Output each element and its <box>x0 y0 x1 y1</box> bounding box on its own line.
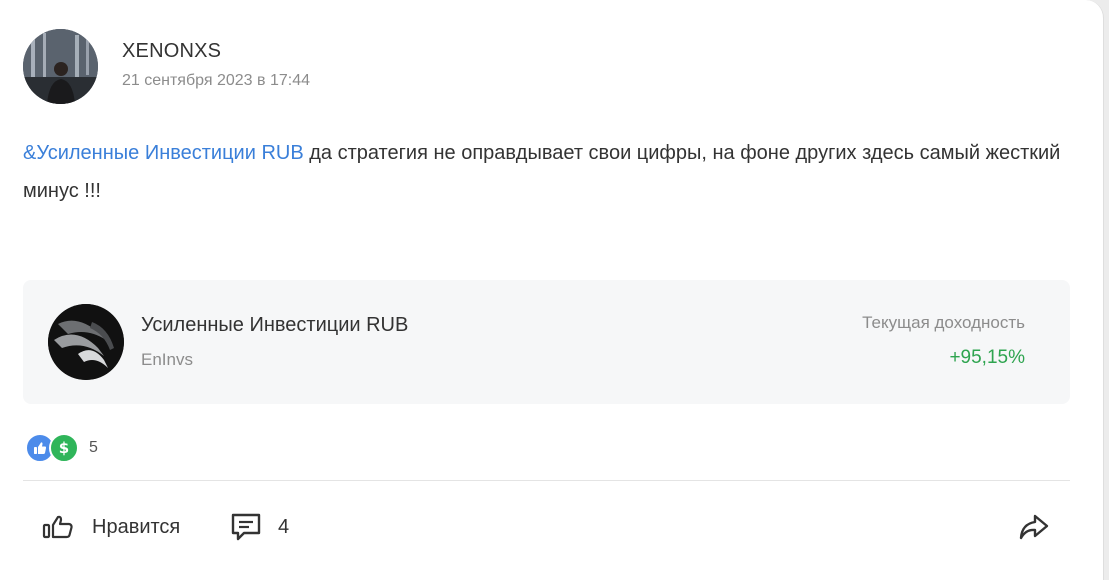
post-timestamp[interactable]: 21 сентября 2023 в 17:44 <box>122 72 310 90</box>
strategy-author[interactable]: EnInvs <box>141 350 193 370</box>
avatar-photo-icon <box>23 29 98 104</box>
comment-icon <box>231 513 261 541</box>
strategy-card[interactable]: Усиленные Инвестиции RUB EnInvs Текущая … <box>23 280 1070 404</box>
comment-button[interactable]: 4 <box>230 509 289 545</box>
share-button[interactable] <box>1018 509 1050 545</box>
reactions-count: 5 <box>89 439 98 456</box>
strategy-logo-icon <box>48 304 124 380</box>
thumbs-up-outline-icon <box>42 515 73 539</box>
reactions-summary[interactable]: $ 5 <box>25 432 98 464</box>
dollar-icon: $ <box>49 433 79 463</box>
svg-text:$: $ <box>59 439 69 457</box>
author-username[interactable]: XENONXS <box>122 40 221 63</box>
post-body: &Усиленные Инвестиции RUB да стратегия н… <box>23 134 1073 210</box>
share-arrow-icon <box>1019 514 1049 540</box>
post-card: XENONXS 21 сентября 2023 в 17:44 &Усилен… <box>0 0 1104 580</box>
like-button[interactable]: Нравится <box>42 509 180 545</box>
actions-divider <box>23 480 1070 481</box>
comment-count: 4 <box>278 515 290 538</box>
strategy-title[interactable]: Усиленные Инвестиции RUB <box>141 314 408 337</box>
author-avatar[interactable] <box>23 29 98 104</box>
strategy-mention-link[interactable]: &Усиленные Инвестиции RUB <box>23 142 304 164</box>
yield-value: +95,15% <box>949 347 1025 368</box>
yield-label: Текущая доходность <box>862 313 1025 332</box>
like-button-label: Нравится <box>92 515 181 538</box>
